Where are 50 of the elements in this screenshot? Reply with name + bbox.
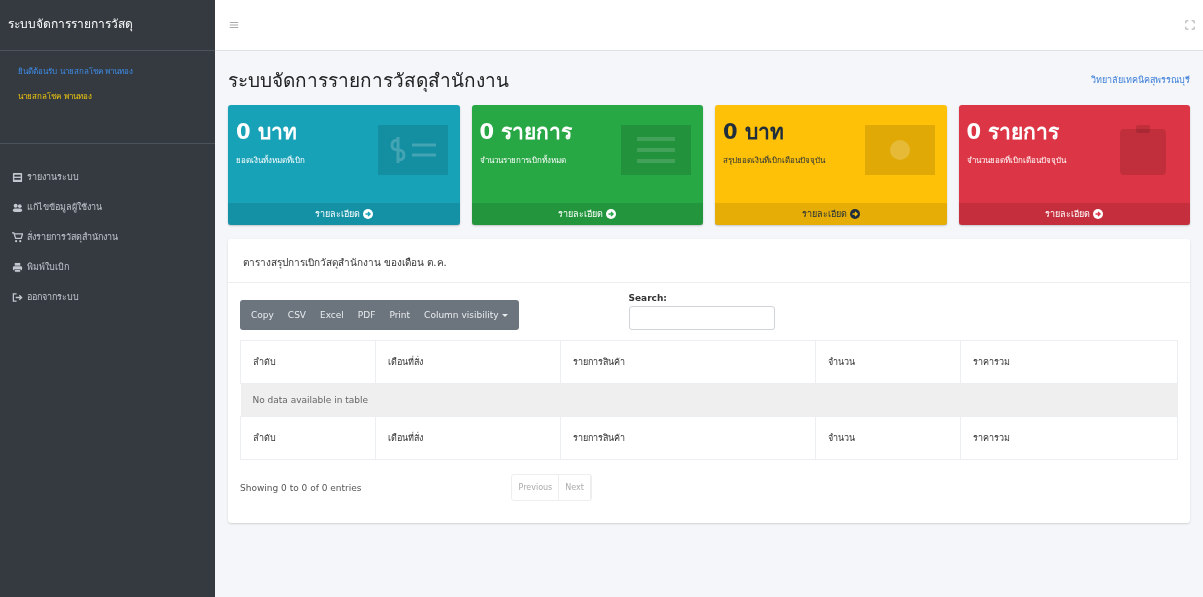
stat-value: 0 รายการ	[966, 119, 1061, 146]
page-title: ระบบจัดการรายการวัสดุสำนักงาน	[228, 68, 509, 94]
column-header[interactable]: เดือนที่สั่ง	[375, 340, 561, 384]
column-footer: ลำดับ	[240, 416, 376, 460]
money-icon	[377, 125, 448, 175]
stat-label: สรุปยอดเงินที่เบิกเดือนปัจจุบัน	[723, 154, 825, 167]
sidebar-item[interactable]: ออกจากระบบ	[12, 286, 215, 308]
empty-message: No data available in table	[240, 383, 1178, 417]
user-name: นายสกลโชค พานทอง	[18, 91, 93, 103]
column-footer: ราคารวม	[960, 416, 1178, 460]
cart-icon	[12, 231, 23, 243]
details-link[interactable]: รายละเอียด	[228, 203, 460, 225]
column-header[interactable]: ลำดับ	[240, 340, 376, 384]
stat-label: จำนวนยอดที่เบิกเดือนปัจจุบัน	[966, 154, 1066, 167]
sidebar-item[interactable]: พิมพ์ใบเบิก	[12, 256, 215, 278]
breadcrumb-link[interactable]: วิทยาลัยเทคนิคสุพรรณบุรี	[1091, 73, 1190, 87]
banknote-icon	[864, 125, 935, 175]
sidebar-item[interactable]: แก้ไขข้อมูลผู้ใช้งาน	[12, 196, 215, 218]
entries-info: Showing 0 to 0 of 0 entries	[240, 482, 362, 493]
stat-value: 0 รายการ	[479, 119, 573, 146]
card-title: ตารางสรุปการเบิกวัสดุสำนักงาน ของเดือน ต.ค.	[228, 239, 1190, 283]
column-header[interactable]: จำนวน	[815, 340, 961, 384]
printer-icon	[12, 261, 23, 273]
fullscreen-icon[interactable]	[1185, 20, 1195, 30]
arrow-circle-icon	[1093, 209, 1104, 219]
stat-label: ยอดเงินทั้งหมดที่เบิก	[236, 154, 305, 167]
column-header[interactable]: ราคารวม	[960, 340, 1178, 384]
menu-icon[interactable]	[229, 20, 239, 30]
column-footer: เดือนที่สั่ง	[375, 416, 561, 460]
list-icon	[621, 125, 691, 175]
details-link[interactable]: รายละเอียด	[471, 203, 703, 225]
sidebar-item[interactable]: รายงานระบบ	[12, 166, 215, 188]
search-label: Search:	[628, 293, 668, 303]
arrow-circle-icon	[606, 209, 617, 219]
column-footer: จำนวน	[815, 416, 961, 460]
search-field[interactable]	[628, 306, 775, 330]
users-icon	[12, 201, 23, 213]
logout-icon	[12, 291, 23, 303]
details-link[interactable]: รายละเอียด	[958, 203, 1190, 225]
column-footer: รายการสินค้า	[560, 416, 816, 460]
table-icon	[12, 171, 23, 183]
stat-label: จำนวนรายการเบิกทั้งหมด	[479, 154, 567, 167]
stat-value: 0 บาท	[723, 119, 785, 146]
user-link[interactable]: ยินดีต้อนรับ นายสกลโชค พานทอง	[18, 65, 209, 78]
details-link[interactable]: รายละเอียด	[715, 203, 947, 225]
stat-value: 0 บาท	[236, 119, 298, 146]
sidebar-item[interactable]: สั่งรายการวัสดุสำนักงาน	[12, 226, 215, 248]
arrow-circle-icon	[849, 209, 860, 219]
arrow-circle-icon	[362, 209, 373, 219]
column-header[interactable]: รายการสินค้า	[560, 340, 816, 384]
